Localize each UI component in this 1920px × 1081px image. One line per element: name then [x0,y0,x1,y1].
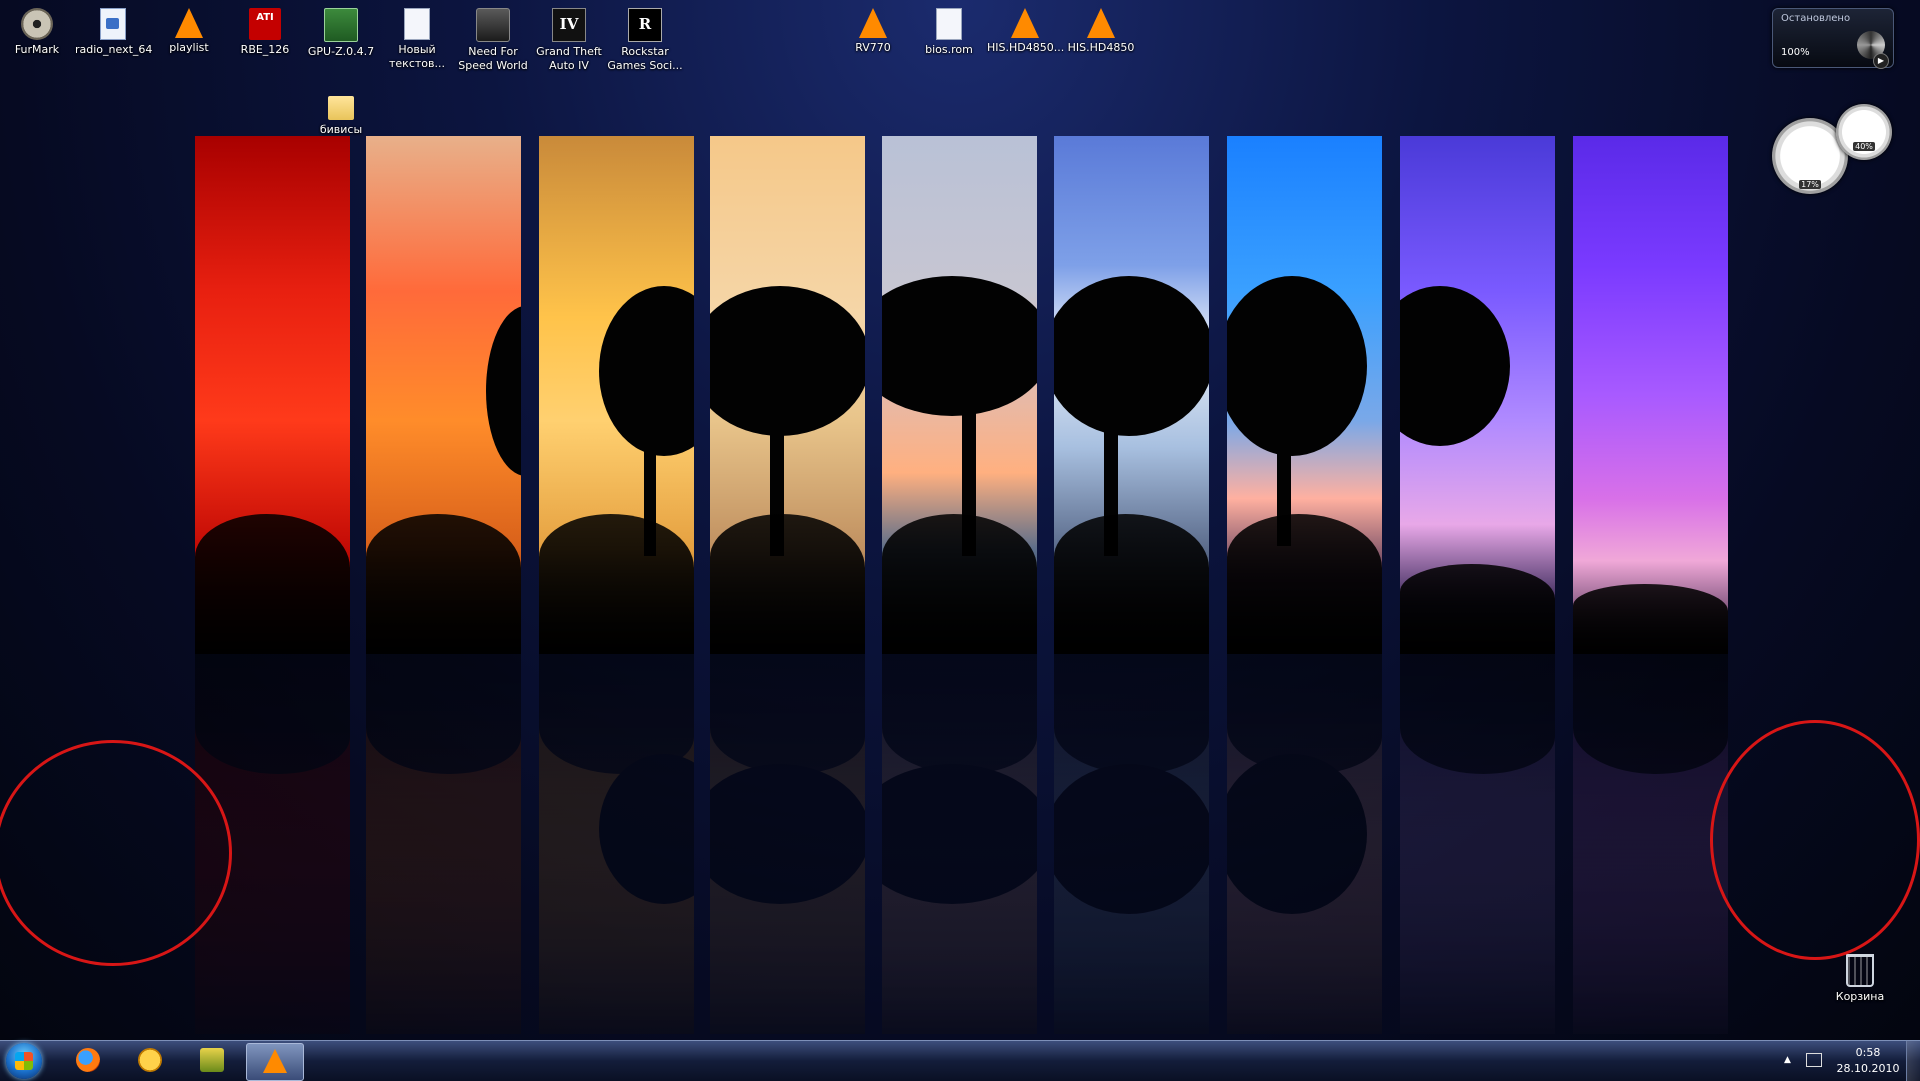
gpu-z-icon [324,8,358,42]
firefox-icon [76,1048,100,1072]
gta-logo-text: IV [559,15,579,33]
start-button[interactable] [6,1043,42,1079]
ram-usage-value: 40% [1853,142,1875,151]
icon-label: FurMark [14,43,60,56]
wallpaper-panel-dusk [882,136,1037,654]
vlc-cone-icon [1087,8,1115,38]
clock-date: 28.10.2010 [1836,1062,1900,1075]
clock-time: 0:58 [1855,1046,1881,1059]
desktop-icon-rockstar[interactable]: R Rockstar Games Soci... [607,2,683,73]
desktop-icon-radio-next[interactable]: radio_next_64 [75,2,153,57]
wallpaper-panel-blue [1227,136,1382,654]
icon-label: playlist [169,41,209,54]
icon-label: RBE_126 [240,43,290,56]
show-desktop-button[interactable] [1906,1041,1920,1081]
wallpaper-panel-sky [1054,136,1209,654]
icon-label: Rockstar Games Soci... [607,45,683,72]
media-status: Остановлено [1781,13,1851,24]
icon-label: бивисы [319,123,363,136]
icon-label: GPU-Z.0.4.7 [307,45,375,58]
text-document-icon [404,8,430,40]
taskbar-button-info[interactable] [122,1043,178,1079]
icon-label: Новый текстов... [389,43,445,70]
icon-label: bios.rom [925,43,973,56]
info-icon [138,1048,162,1072]
desktop-icon-his-hd4850[interactable]: HIS.HD4850 [1063,2,1139,55]
taskbar-button-gpu-tool[interactable] [184,1043,240,1079]
show-hidden-icons-arrow[interactable]: ▲ [1784,1055,1791,1065]
wallpaper-panel-purple [1573,136,1728,654]
vlc-cone-icon [859,8,887,38]
icon-label: RV770 [855,41,891,54]
vlc-cone-icon [1011,8,1039,38]
annotation-circle-left [0,740,232,966]
ram-dial: 40% [1836,104,1892,160]
recycle-bin-icon [1846,954,1874,987]
gpu-tool-icon [200,1048,224,1072]
wallpaper-panel-red [195,136,350,654]
nfs-shortcut-icon [476,8,510,42]
desktop-icon-nfs-world[interactable]: Need For Speed World [455,2,531,73]
icon-label: Need For Speed World [458,45,528,72]
gta-iv-icon: IV [552,8,586,42]
icon-label: HIS.HD4850... [987,41,1065,54]
taskbar-button-vlc[interactable] [246,1043,304,1081]
desktop-icon-gta-iv[interactable]: IV Grand Theft Auto IV [531,2,607,73]
annotation-circle-right [1710,720,1920,960]
clock[interactable]: 0:58 28.10.2010 [1830,1045,1906,1077]
audio-file-icon [100,8,126,40]
wallpaper-panel-gold [710,136,865,654]
desktop-icon-new-text-doc[interactable]: Новый текстов... [379,2,455,71]
wallpaper-panel-amber [539,136,694,654]
desktop-icon-rbe[interactable]: ATI RBE_126 [227,2,303,57]
media-volume[interactable]: 100% [1781,47,1810,58]
furmark-disk-icon [21,8,53,40]
ati-logo-text: ATI [256,12,274,23]
icon-label: radio_next_64 [75,43,153,56]
icon-label: HIS.HD4850 [1067,41,1135,54]
windows-logo-icon [15,1052,33,1070]
desktop[interactable]: FurMark radio_next_64 playlist ATI RBE_1… [0,0,1920,1040]
ati-rbe-icon: ATI [249,8,281,40]
taskbar-button-firefox[interactable] [60,1043,116,1079]
desktop-icon-rv770[interactable]: RV770 [835,2,911,55]
network-icon[interactable] [1806,1053,1822,1067]
desktop-icon-furmark[interactable]: FurMark [0,2,75,57]
wallpaper-panel-violet [1400,136,1555,654]
vlc-cone-icon [263,1049,287,1073]
wallpaper-panel-orange [366,136,521,654]
media-player-gadget[interactable]: Остановлено 100% ▶ [1772,8,1894,69]
play-icon[interactable]: ▶ [1873,53,1889,69]
desktop-icon-gpu-z[interactable]: GPU-Z.0.4.7 [303,2,379,59]
cpu-usage-value: 17% [1799,180,1821,189]
desktop-icon-playlist[interactable]: playlist [151,2,227,55]
taskbar: ▲ 0:58 28.10.2010 [0,1040,1920,1081]
rockstar-logo-text: R [638,15,652,33]
cpu-meter-gadget[interactable]: 17% 40% [1772,104,1894,198]
folder-icon [328,96,354,120]
desktop-icon-bivisy-folder[interactable]: бивисы [303,86,379,137]
desktop-icon-bios-rom[interactable]: bios.rom [911,2,987,57]
vlc-cone-icon [175,8,203,38]
rockstar-icon: R [628,8,662,42]
desktop-icon-his-hd4850-trunc[interactable]: HIS.HD4850... [987,2,1065,55]
blank-file-icon [936,8,962,40]
icon-label: Корзина [1835,990,1885,1003]
icon-label: Grand Theft Auto IV [536,45,602,72]
